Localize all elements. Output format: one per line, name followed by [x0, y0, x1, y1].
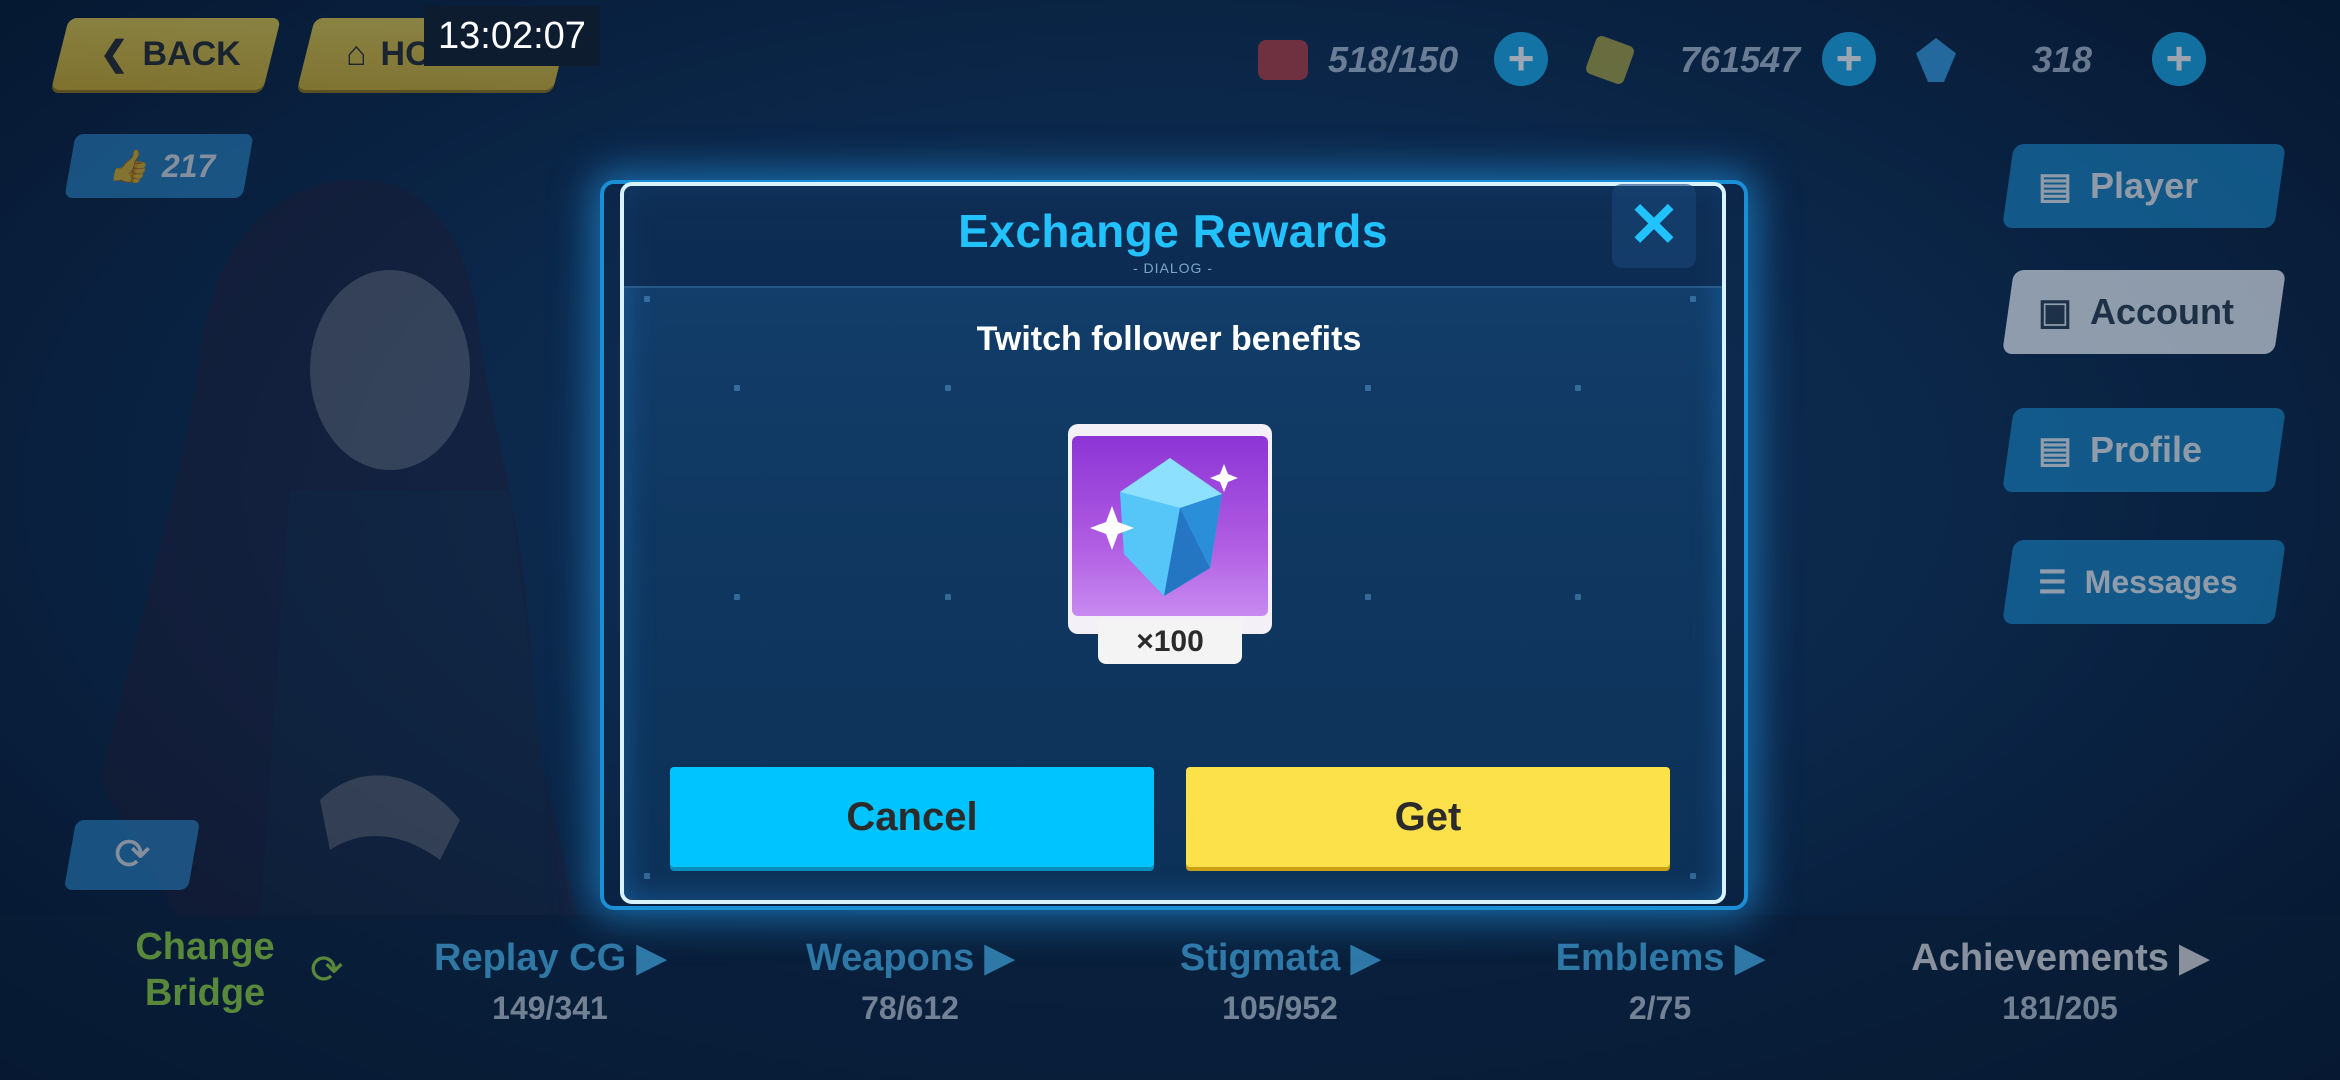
coin-icon: [1584, 34, 1636, 86]
stamina-resource: 518/150: [1258, 32, 1498, 88]
refresh-icon: ⟳: [310, 948, 344, 992]
add-stamina-button[interactable]: +: [1494, 32, 1548, 86]
stat-replay-cg[interactable]: Replay CG ▶ 149/341: [420, 935, 680, 1027]
stat-achievements[interactable]: Achievements ▶ 181/205: [1900, 935, 2220, 1027]
grid-dot: [734, 385, 740, 391]
grid-dot: [945, 385, 951, 391]
play-icon: ▶: [1735, 937, 1765, 979]
dialog-header: Exchange Rewards - DIALOG -: [624, 186, 1722, 288]
crystal-icon: [1090, 458, 1238, 596]
close-icon: ✕: [1628, 191, 1680, 260]
lock-icon: ▣: [2038, 291, 2073, 332]
dialog-title: Exchange Rewards: [958, 205, 1388, 257]
play-icon: ▶: [984, 937, 1014, 979]
add-crystal-button[interactable]: +: [2152, 32, 2206, 86]
get-button[interactable]: Get: [1186, 767, 1670, 867]
play-icon: ▶: [2179, 937, 2209, 979]
reward-item-background: [1072, 436, 1268, 616]
play-icon: ▶: [1350, 937, 1381, 979]
play-icon: ▶: [636, 937, 666, 979]
home-icon: ⌂: [346, 34, 367, 73]
reward-item[interactable]: ×100: [1068, 424, 1272, 664]
grid-dot: [1575, 385, 1581, 391]
id-card-icon: ▤: [2038, 165, 2073, 206]
close-button[interactable]: ✕: [1612, 184, 1696, 268]
grid-dot: [1690, 296, 1696, 302]
refresh-icon: ⟳: [113, 830, 151, 879]
coin-resource: 761547: [1584, 32, 1830, 88]
grid-dot: [1575, 594, 1581, 600]
grid-dot: [644, 873, 650, 879]
cancel-button[interactable]: Cancel: [670, 767, 1154, 867]
refresh-button[interactable]: ⟳: [63, 820, 201, 890]
grid-dot: [734, 594, 740, 600]
crystal-icon: [1916, 38, 1956, 82]
add-coin-button[interactable]: +: [1822, 32, 1876, 86]
grid-dot: [644, 296, 650, 302]
stat-weapons[interactable]: Weapons ▶ 78/612: [790, 935, 1030, 1027]
side-menu-player[interactable]: ▤ Player: [2002, 144, 2286, 228]
status-clock: 13:02:07: [424, 6, 600, 66]
back-button[interactable]: ❮ BACK: [51, 18, 281, 90]
crystal-resource: 318: [1916, 32, 2136, 88]
list-icon: ☰: [2038, 564, 2067, 600]
stat-stigmata[interactable]: Stigmata ▶ 105/952: [1160, 935, 1400, 1027]
stat-emblems[interactable]: Emblems ▶ 2/75: [1540, 935, 1780, 1027]
profile-card-icon: ▤: [2038, 429, 2073, 470]
grid-dot: [945, 594, 951, 600]
stamina-icon: [1258, 40, 1308, 80]
dialog-subtitle: - DIALOG -: [1132, 260, 1213, 276]
chevron-left-icon: ❮: [100, 35, 129, 73]
side-menu-account[interactable]: ▣ Account: [2002, 270, 2286, 354]
likes-badge[interactable]: 👍 217: [64, 134, 254, 198]
side-menu-profile[interactable]: ▤ Profile: [2002, 408, 2286, 492]
grid-dot: [1690, 873, 1696, 879]
thumbs-up-icon: 👍: [108, 148, 148, 184]
grid-dot: [1365, 385, 1371, 391]
dialog-description: Twitch follower benefits: [976, 320, 1362, 358]
reward-quantity: ×100: [1098, 620, 1242, 664]
side-menu-messages[interactable]: ☰ Messages: [2002, 540, 2286, 624]
grid-dot: [1365, 594, 1371, 600]
change-bridge-button[interactable]: Change Bridge ⟳: [120, 920, 360, 1020]
